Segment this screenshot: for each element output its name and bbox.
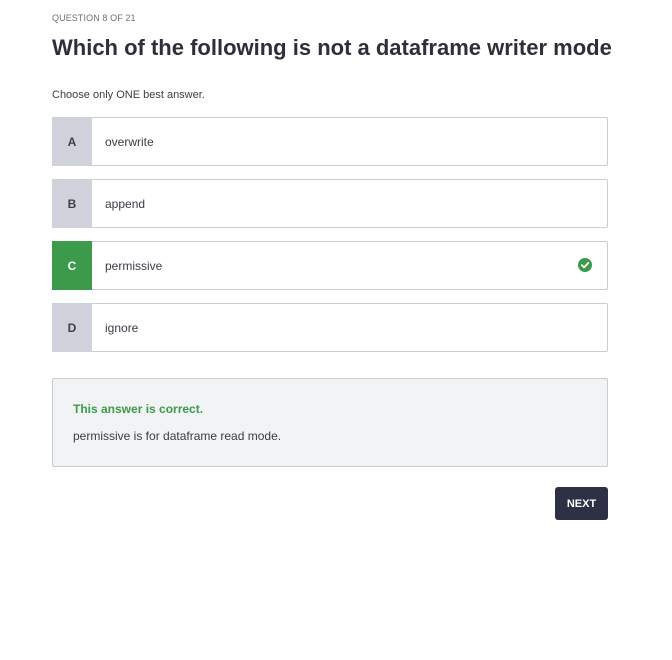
option-a[interactable]: A overwrite: [52, 117, 608, 166]
answer-options: A overwrite B append C permissive D igno…: [52, 117, 608, 365]
option-text: permissive: [105, 258, 163, 273]
question-title: Which of the following is not a datafram…: [52, 35, 612, 60]
option-text: overwrite: [105, 134, 154, 149]
feedback-panel: This answer is correct. permissive is fo…: [52, 378, 608, 467]
option-letter: A: [52, 117, 92, 166]
next-button[interactable]: NEXT: [555, 487, 608, 520]
option-text: ignore: [105, 320, 139, 335]
quiz-page: QUESTION 8 OF 21 Which of the following …: [0, 0, 672, 660]
option-d[interactable]: D ignore: [52, 303, 608, 352]
feedback-heading: This answer is correct.: [73, 402, 204, 416]
option-text: append: [105, 196, 146, 211]
question-counter: QUESTION 8 OF 21: [52, 13, 136, 23]
option-letter: C: [52, 241, 92, 290]
option-letter: B: [52, 179, 92, 228]
option-c[interactable]: C permissive: [52, 241, 608, 290]
option-letter: D: [52, 303, 92, 352]
question-instruction: Choose only ONE best answer.: [52, 89, 205, 101]
option-b[interactable]: B append: [52, 179, 608, 228]
feedback-explanation: permissive is for dataframe read mode.: [73, 429, 282, 443]
check-circle-icon: [578, 258, 592, 272]
